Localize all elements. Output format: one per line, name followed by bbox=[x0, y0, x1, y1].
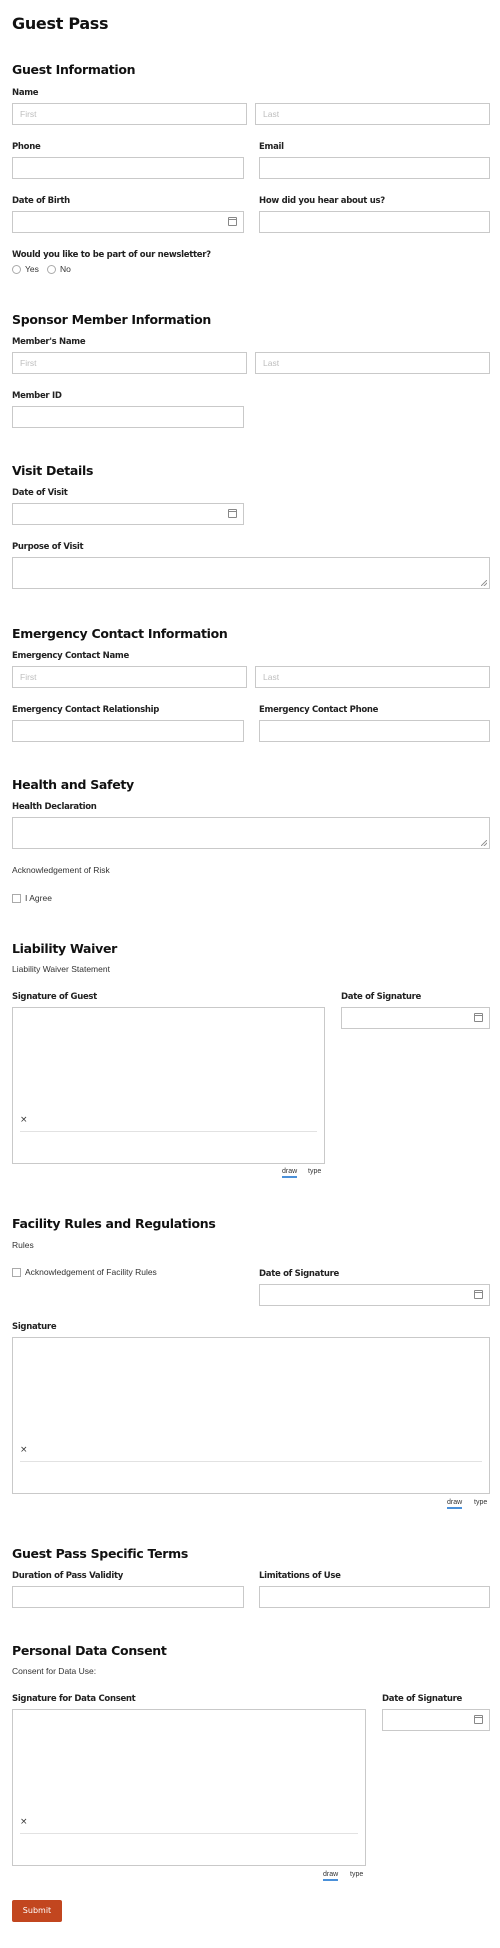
facility-signature-pad[interactable]: × bbox=[12, 1337, 490, 1494]
visit-date-label: Date of Visit bbox=[12, 488, 68, 498]
duration-label: Duration of Pass Validity bbox=[12, 1571, 123, 1581]
calendar-icon[interactable] bbox=[228, 509, 237, 518]
facility-ack-checkbox[interactable] bbox=[12, 1268, 21, 1277]
liability-date-label: Date of Signature bbox=[341, 992, 421, 1002]
signature-line bbox=[20, 1131, 317, 1132]
member-name-label: Member's Name bbox=[12, 337, 86, 347]
phone-input[interactable] bbox=[12, 157, 244, 179]
type-tab[interactable]: type bbox=[308, 1168, 321, 1175]
guest-signature-label: Signature of Guest bbox=[12, 992, 97, 1002]
email-label: Email bbox=[259, 142, 284, 152]
duration-input[interactable] bbox=[12, 1586, 244, 1608]
visit-title: Visit Details bbox=[12, 463, 94, 478]
newsletter-yes-label[interactable]: Yes bbox=[25, 264, 39, 274]
guest-info-title: Guest Information bbox=[12, 62, 136, 77]
emergency-title: Emergency Contact Information bbox=[12, 626, 228, 641]
name-label: Name bbox=[12, 88, 39, 98]
dob-input[interactable] bbox=[12, 211, 244, 233]
visit-date-input[interactable] bbox=[12, 503, 244, 525]
emergency-phone-label: Emergency Contact Phone bbox=[259, 705, 379, 715]
signature-x-mark: × bbox=[20, 1817, 28, 1827]
hear-label: How did you hear about us? bbox=[259, 196, 385, 206]
signature-x-mark: × bbox=[20, 1445, 28, 1455]
purpose-textarea[interactable] bbox=[12, 557, 490, 589]
member-id-input[interactable] bbox=[12, 406, 244, 428]
consent-date-label: Date of Signature bbox=[382, 1694, 462, 1704]
consent-text: Consent for Data Use: bbox=[12, 1666, 97, 1676]
email-input[interactable] bbox=[259, 157, 490, 179]
liability-date-input[interactable] bbox=[341, 1007, 490, 1029]
calendar-icon[interactable] bbox=[228, 217, 237, 226]
consent-signature-label: Signature for Data Consent bbox=[12, 1694, 136, 1704]
newsletter-no-radio[interactable] bbox=[47, 265, 56, 274]
terms-title: Guest Pass Specific Terms bbox=[12, 1546, 188, 1561]
signature-line bbox=[20, 1461, 482, 1462]
member-last-name-input[interactable]: Last bbox=[255, 352, 490, 374]
limitations-input[interactable] bbox=[259, 1586, 490, 1608]
newsletter-label: Would you like to be part of our newslet… bbox=[12, 250, 211, 260]
phone-label: Phone bbox=[12, 142, 41, 152]
rules-text: Rules bbox=[12, 1240, 34, 1250]
draw-tab[interactable]: draw bbox=[323, 1871, 339, 1881]
emergency-first-name-input[interactable]: First bbox=[12, 666, 247, 688]
health-declaration-label: Health Declaration bbox=[12, 802, 97, 812]
signature-x-mark: × bbox=[20, 1115, 28, 1125]
newsletter-yes-radio[interactable] bbox=[12, 265, 21, 274]
newsletter-no-label[interactable]: No bbox=[60, 264, 71, 274]
acknowledgement-of-risk-text: Acknowledgement of Risk bbox=[12, 865, 110, 875]
calendar-icon[interactable] bbox=[474, 1013, 483, 1022]
facility-date-input[interactable] bbox=[259, 1284, 490, 1306]
consent-signature-pad[interactable]: × bbox=[12, 1709, 366, 1866]
dob-label: Date of Birth bbox=[12, 196, 70, 206]
member-first-name-input[interactable]: First bbox=[12, 352, 247, 374]
calendar-icon[interactable] bbox=[474, 1715, 483, 1724]
hear-about-input[interactable] bbox=[259, 211, 490, 233]
sponsor-title: Sponsor Member Information bbox=[12, 312, 212, 327]
draw-tab[interactable]: draw bbox=[282, 1168, 298, 1178]
type-tab[interactable]: type bbox=[474, 1499, 487, 1506]
emergency-phone-input[interactable] bbox=[259, 720, 490, 742]
member-id-label: Member ID bbox=[12, 391, 62, 401]
guest-last-name-input[interactable]: Last bbox=[255, 103, 490, 125]
page-title: Guest Pass bbox=[12, 14, 109, 33]
calendar-icon[interactable] bbox=[474, 1290, 483, 1299]
guest-signature-pad[interactable]: × bbox=[12, 1007, 325, 1164]
health-title: Health and Safety bbox=[12, 777, 134, 792]
type-tab[interactable]: type bbox=[350, 1871, 363, 1878]
consent-date-input[interactable] bbox=[382, 1709, 490, 1731]
liability-statement-text: Liability Waiver Statement bbox=[12, 964, 110, 974]
signature-line bbox=[20, 1833, 358, 1834]
emergency-relationship-label: Emergency Contact Relationship bbox=[12, 705, 159, 715]
facility-title: Facility Rules and Regulations bbox=[12, 1216, 216, 1231]
purpose-label: Purpose of Visit bbox=[12, 542, 84, 552]
i-agree-checkbox[interactable] bbox=[12, 894, 21, 903]
facility-signature-label: Signature bbox=[12, 1322, 57, 1332]
facility-date-label: Date of Signature bbox=[259, 1269, 339, 1279]
liability-title: Liability Waiver bbox=[12, 941, 118, 956]
emergency-name-label: Emergency Contact Name bbox=[12, 651, 129, 661]
emergency-last-name-input[interactable]: Last bbox=[255, 666, 490, 688]
submit-button[interactable]: Submit bbox=[12, 1900, 62, 1922]
consent-title: Personal Data Consent bbox=[12, 1643, 167, 1658]
draw-tab[interactable]: draw bbox=[447, 1499, 463, 1509]
facility-ack-label[interactable]: Acknowledgement of Facility Rules bbox=[25, 1267, 157, 1277]
i-agree-label[interactable]: I Agree bbox=[25, 893, 52, 903]
guest-first-name-input[interactable]: First bbox=[12, 103, 247, 125]
limitations-label: Limitations of Use bbox=[259, 1571, 341, 1581]
emergency-relationship-input[interactable] bbox=[12, 720, 244, 742]
health-declaration-textarea[interactable] bbox=[12, 817, 490, 849]
